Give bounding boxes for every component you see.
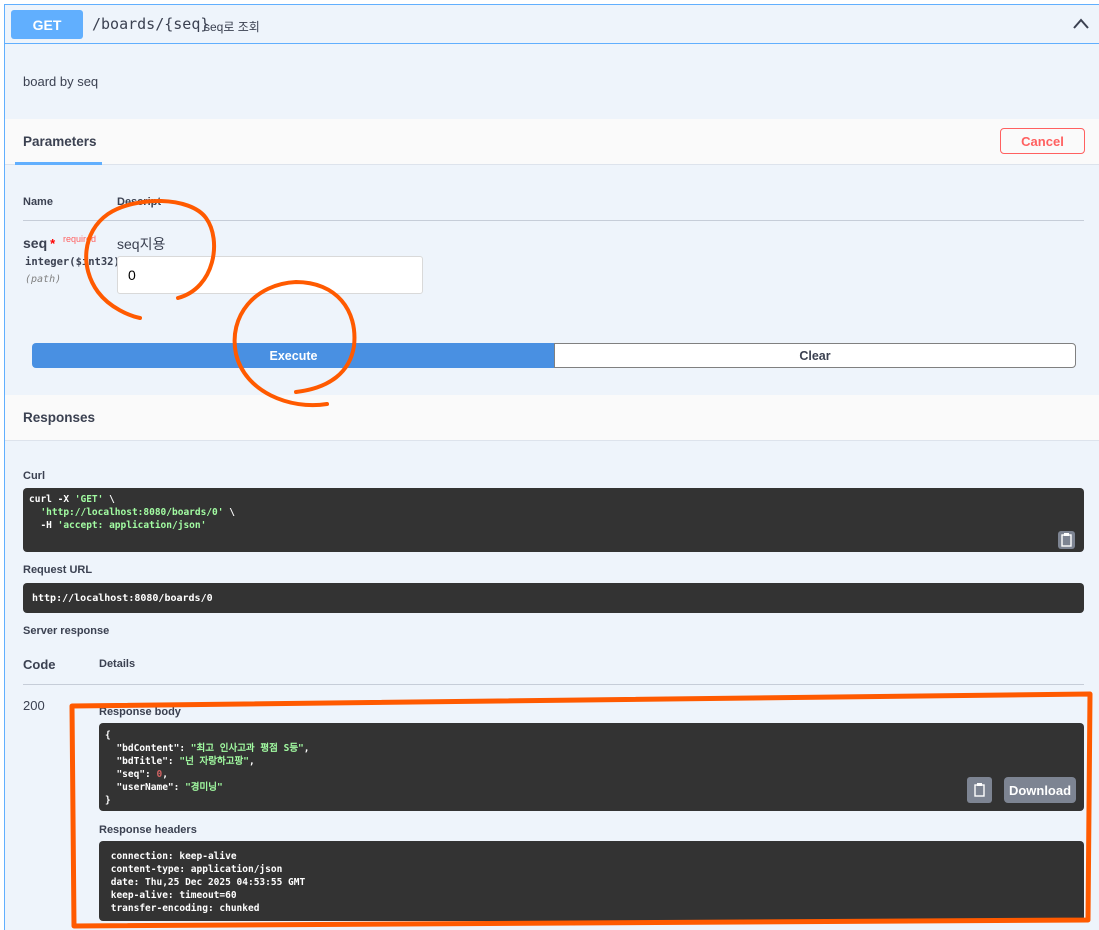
code-text: ,	[248, 756, 255, 767]
code-value: 'GET'	[74, 494, 104, 505]
header-line: content-type: application/json	[105, 864, 289, 875]
code-value: 'accept: application/json'	[57, 520, 207, 531]
header-line: date: Thu,25 Dec 2025 04:53:55 GMT	[105, 877, 311, 888]
request-url-block: http://localhost:8080/boards/0	[23, 583, 1084, 613]
download-button[interactable]: Download	[1004, 777, 1076, 803]
execute-button[interactable]: Execute	[32, 343, 555, 368]
code-text: curl -X	[29, 494, 75, 505]
code-text: "bdTitle":	[105, 756, 180, 767]
code-line: -H 'accept: application/json'	[29, 519, 1078, 532]
code-text: ,	[303, 743, 310, 754]
code-line: "bdTitle": "넌 자랑하고팡",	[105, 755, 1078, 768]
header-line: connection: keep-alive	[105, 851, 243, 862]
operation-summary[interactable]: GET /boards/{seq} seq로 조회	[5, 5, 1099, 44]
code-text: -H	[29, 520, 58, 531]
operation-description: board by seq	[23, 74, 99, 89]
server-response-label: Server response	[23, 625, 110, 637]
code-value: "경미닝"	[185, 782, 223, 793]
response-headers-block: connection: keep-alive content-type: app…	[99, 841, 1084, 921]
divider	[23, 220, 1084, 221]
clear-button[interactable]: Clear	[554, 343, 1076, 368]
cancel-button[interactable]: Cancel	[1000, 128, 1085, 154]
operation-block: GET /boards/{seq} seq로 조회 board by seq P…	[4, 4, 1099, 930]
param-name-text: seq	[23, 235, 48, 251]
required-star: *	[50, 236, 56, 251]
column-header-description: Descript	[117, 196, 162, 208]
column-header-details: Details	[99, 658, 136, 670]
header-line: keep-alive: timeout=60	[105, 890, 243, 901]
endpoint-summary: seq로 조회	[204, 20, 260, 34]
endpoint-path: /boards/{seq}	[92, 15, 210, 33]
param-type: integer($int32)	[25, 256, 120, 268]
request-url-label: Request URL	[23, 564, 93, 576]
chevron-up-icon[interactable]	[1071, 14, 1091, 34]
responses-header: Responses	[5, 395, 1099, 441]
code-text: \	[103, 494, 115, 505]
code-line: }	[105, 794, 1078, 807]
response-headers-label: Response headers	[99, 824, 197, 836]
response-body-block: { "bdContent": "최고 인사고과 평점 S등", "bdTitle…	[99, 723, 1084, 811]
tab-active-indicator	[15, 162, 102, 165]
column-header-name: Name	[23, 196, 53, 208]
code-line: {	[105, 729, 1078, 742]
copy-icon[interactable]	[967, 777, 992, 803]
code-value: "넌 자랑하고팡"	[179, 756, 249, 767]
status-code: 200	[23, 698, 45, 713]
curl-label: Curl	[23, 470, 45, 482]
code-value: "최고 인사고과 평점 S등"	[190, 743, 304, 754]
copy-icon[interactable]	[1058, 531, 1075, 549]
response-headers-code: connection: keep-alive content-type: app…	[105, 850, 1078, 915]
response-body-code: { "bdContent": "최고 인사고과 평점 S등", "bdTitle…	[105, 729, 1078, 807]
seq-input[interactable]	[117, 256, 423, 294]
param-name: seq *	[23, 235, 55, 251]
header-line: transfer-encoding: chunked	[105, 903, 266, 914]
curl-block: curl -X 'GET' \ 'http://localhost:8080/b…	[23, 488, 1084, 552]
code-line: "userName": "경미닝"	[105, 781, 1078, 794]
code-text: "bdContent":	[105, 743, 191, 754]
code-line: curl -X 'GET' \	[29, 493, 1078, 506]
param-location: (path)	[25, 274, 62, 285]
curl-code: curl -X 'GET' \ 'http://localhost:8080/b…	[29, 493, 1078, 532]
code-text: "seq":	[105, 769, 157, 780]
response-body-label: Response body	[99, 706, 181, 718]
request-url-value: http://localhost:8080/boards/0	[32, 593, 213, 604]
code-text: {	[105, 730, 111, 741]
parameters-header: Parameters Cancel	[5, 119, 1099, 165]
code-text: }	[105, 795, 111, 806]
code-text: "userName":	[105, 782, 186, 793]
code-line: "bdContent": "최고 인사고과 평점 S등",	[105, 742, 1078, 755]
code-line: 'http://localhost:8080/boards/0' \	[29, 506, 1078, 519]
tab-parameters[interactable]: Parameters	[23, 134, 97, 149]
column-header-code: Code	[23, 657, 56, 672]
http-method-badge: GET	[11, 10, 83, 39]
divider	[23, 684, 1084, 685]
code-value: 'http://localhost:8080/boards/0'	[40, 507, 224, 518]
code-line: "seq": 0,	[105, 768, 1078, 781]
required-label: required	[63, 234, 97, 244]
param-description: seq지용	[117, 236, 166, 252]
responses-title: Responses	[23, 410, 96, 425]
code-text: \	[223, 507, 235, 518]
code-text: ,	[162, 769, 168, 780]
